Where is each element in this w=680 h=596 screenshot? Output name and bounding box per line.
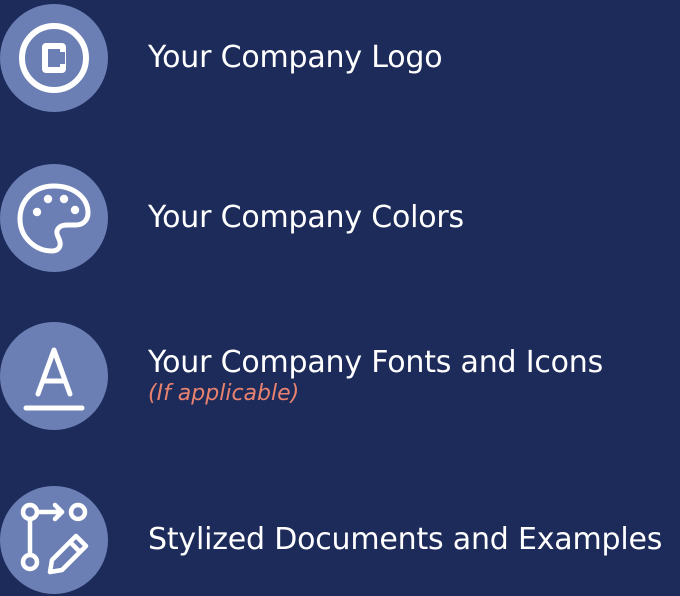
- checklist-item-documents: Stylized Documents and Examples: [0, 486, 680, 596]
- documents-icon-circle: [0, 486, 108, 594]
- font-letter-icon: [23, 347, 85, 411]
- item-label: Stylized Documents and Examples: [148, 522, 663, 557]
- checklist-item-colors: Your Company Colors: [0, 164, 680, 274]
- item-note: (If applicable): [148, 381, 300, 406]
- item-text: Your Company Logo: [148, 4, 443, 112]
- checklist-item-fonts: Your Company Fonts and Icons (If applica…: [0, 322, 680, 432]
- document-flow-pencil-icon: [20, 502, 89, 575]
- fonts-icon-circle: [0, 322, 108, 430]
- logo-icon-circle: [0, 4, 108, 112]
- item-label: Your Company Fonts and Icons: [148, 345, 604, 380]
- item-text: Your Company Colors: [148, 164, 464, 272]
- item-text: Your Company Fonts and Icons (If applica…: [148, 322, 603, 430]
- copyright-logo-icon: [19, 23, 89, 93]
- palette-icon: [17, 183, 91, 254]
- item-label: Your Company Colors: [148, 200, 464, 235]
- colors-icon-circle: [0, 164, 108, 272]
- item-label: Your Company Logo: [148, 40, 443, 75]
- item-text: Stylized Documents and Examples: [148, 486, 662, 594]
- checklist-item-logo: Your Company Logo: [0, 4, 680, 114]
